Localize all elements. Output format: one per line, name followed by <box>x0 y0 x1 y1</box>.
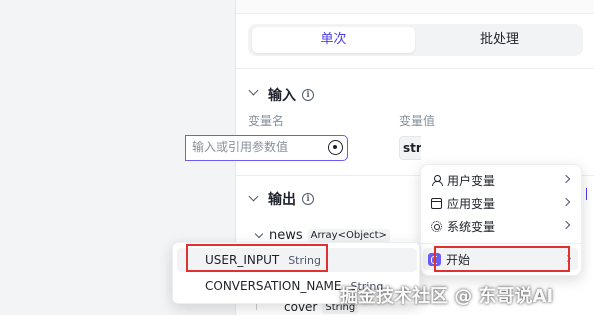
output-field-row: news Array<Object> <box>254 228 390 243</box>
watermark: 掘金技术社区 @ 东哥说AI <box>340 286 554 307</box>
user-icon <box>431 174 443 186</box>
value-input-placeholder: 输入或引用参数值 <box>192 140 289 154</box>
input-title-text: 输入 <box>268 88 296 104</box>
output-field-type: Array<Object> <box>307 229 390 242</box>
gear-icon <box>431 220 442 232</box>
menu-item-start-node[interactable]: 开始 <box>423 248 578 270</box>
chevron-down-icon[interactable] <box>254 229 264 238</box>
reference-icon[interactable] <box>328 140 343 155</box>
input-section-title: 输入 i <box>268 85 314 105</box>
chevron-right-icon <box>561 174 571 184</box>
chevron-down-icon[interactable] <box>248 191 259 202</box>
menu-item-app-variables[interactable]: 应用变量 <box>425 192 579 214</box>
column-label-name: 变量名 <box>248 114 285 128</box>
tab-batch[interactable]: 批处理 <box>420 27 579 53</box>
menu-divider <box>421 243 581 244</box>
chevron-right-icon <box>563 254 572 263</box>
value-input[interactable]: 输入或引用参数值 <box>185 135 348 161</box>
chevron-right-icon <box>561 220 571 230</box>
menu-item-user-variables[interactable]: 用户变量 <box>425 169 579 191</box>
submenu-item-type: String <box>288 253 322 267</box>
menu-item-label: 系统变量 <box>447 219 496 234</box>
output-field-name: news <box>269 228 303 243</box>
submenu-item-user-input[interactable]: USER_INPUT String <box>177 248 417 272</box>
output-title-text: 输出 <box>268 192 296 208</box>
chevron-right-icon <box>561 197 571 207</box>
app-icon <box>431 197 442 209</box>
link-indicator <box>586 188 594 200</box>
run-mode-tabs: 单次 批处理 <box>248 24 583 56</box>
info-icon[interactable]: i <box>302 193 314 205</box>
output-section-title: 输出 i <box>268 189 314 209</box>
tab-single[interactable]: 单次 <box>252 27 415 53</box>
start-node-label: 开始 <box>446 252 471 267</box>
submenu-item-name: CONVERSATION_NAME <box>205 279 342 293</box>
menu-item-label: 用户变量 <box>447 173 496 188</box>
submenu-item-name: USER_INPUT <box>205 253 280 267</box>
menu-item-system-variables[interactable]: 系统变量 <box>425 215 579 237</box>
start-node-icon <box>428 252 441 266</box>
type-tag[interactable]: str. <box>399 136 421 160</box>
divider <box>236 68 594 69</box>
info-icon[interactable]: i <box>302 89 314 101</box>
chevron-down-icon[interactable] <box>248 85 259 96</box>
panel-top-strip <box>236 0 594 14</box>
column-label-value: 变量值 <box>399 114 436 128</box>
menu-item-label: 应用变量 <box>447 196 496 211</box>
